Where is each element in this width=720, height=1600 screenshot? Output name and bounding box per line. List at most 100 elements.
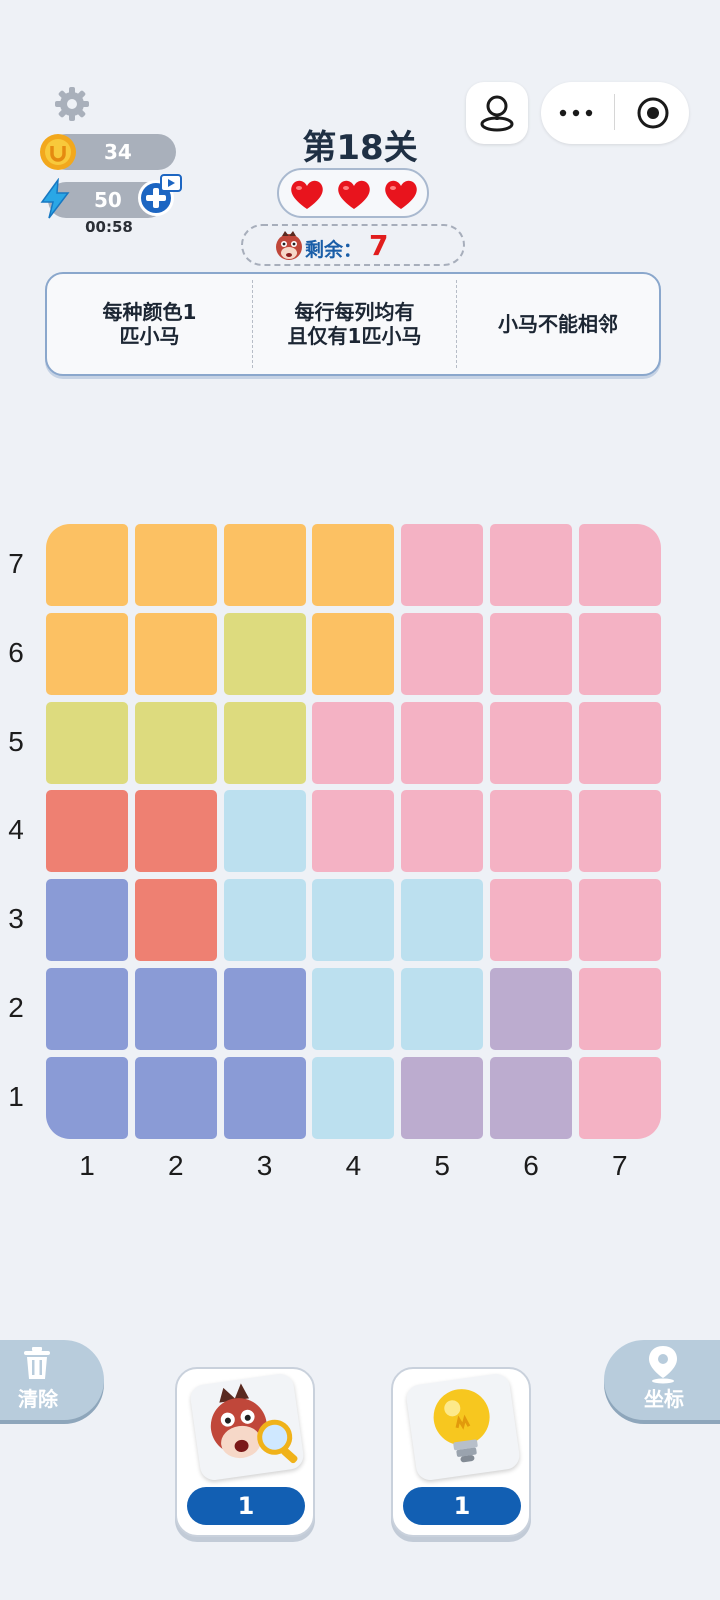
horse-hint-count: 1 — [187, 1487, 305, 1525]
grid-cell-2-4[interactable] — [312, 968, 395, 1050]
capsule-divider — [614, 94, 615, 130]
grid-cell-4-4[interactable] — [312, 790, 395, 873]
hint-card — [188, 1372, 306, 1482]
grid-cell-4-5[interactable] — [401, 790, 484, 873]
row-label: 5 — [8, 725, 24, 757]
grid-cell-1-1[interactable] — [46, 1056, 128, 1139]
grid-cell-1-3[interactable] — [223, 1056, 306, 1139]
heart-icon — [291, 180, 323, 209]
column-label: 5 — [434, 1150, 450, 1181]
column-label: 4 — [345, 1150, 362, 1181]
coin-count: 34 — [104, 140, 132, 164]
lightbulb-hint-button[interactable]: 1 — [391, 1367, 531, 1537]
grid-cell-4-7[interactable] — [578, 790, 661, 873]
grid-cell-1-6[interactable] — [490, 1056, 572, 1139]
trash-icon — [24, 1347, 50, 1379]
grid-cell-2-1[interactable] — [46, 968, 128, 1050]
grid-cell-5-3[interactable] — [223, 701, 306, 784]
rule-one-per-row-col: 每行每列均有 且仅有1匹小马 — [287, 300, 422, 348]
find-horse-hint-button[interactable]: 1 — [175, 1367, 315, 1537]
grid-cell-3-5[interactable] — [401, 879, 484, 962]
grid-cell-7-1[interactable] — [46, 524, 128, 606]
energy-count: 50 — [94, 188, 122, 212]
column-label: 1 — [79, 1150, 95, 1181]
remaining-label: 剩余： — [305, 239, 363, 261]
rules-panel: 每种颜色1 匹小马 每行每列均有 且仅有1匹小马 小马不能相邻 — [45, 272, 661, 376]
horse-face-icon — [276, 231, 302, 260]
grid-cell-2-6[interactable] — [490, 968, 572, 1050]
grid-cell-5-7[interactable] — [578, 701, 661, 784]
grid-cell-6-5[interactable] — [401, 612, 484, 695]
row-label: 4 — [8, 814, 24, 846]
grid-cell-2-5[interactable] — [401, 968, 484, 1050]
grid-cell-4-1[interactable] — [46, 790, 128, 873]
grid-cell-1-7[interactable] — [578, 1056, 661, 1139]
grid-cell-1-4[interactable] — [312, 1056, 395, 1139]
heart-icon — [338, 180, 370, 209]
rule-one-per-color: 每种颜色1 匹小马 — [102, 300, 197, 348]
column-label: 3 — [256, 1150, 273, 1181]
grid-cell-1-5[interactable] — [401, 1056, 484, 1139]
coordinates-label: 坐标 — [644, 1387, 684, 1411]
heart-icon — [385, 180, 417, 209]
coin-icon — [40, 134, 76, 170]
grid-cell-7-4[interactable] — [312, 524, 395, 606]
grid-cell-5-1[interactable] — [46, 701, 128, 784]
row-label: 6 — [8, 636, 24, 668]
more-options-icon[interactable] — [557, 103, 597, 123]
grid-cell-6-2[interactable] — [134, 612, 217, 695]
column-label: 7 — [612, 1150, 628, 1181]
remaining-horses: 剩余： 7 — [241, 224, 465, 266]
grid-cell-2-2[interactable] — [134, 968, 217, 1050]
settings-gear-icon[interactable] — [52, 84, 92, 124]
grid-cell-5-6[interactable] — [490, 701, 572, 784]
grid-cell-5-4[interactable] — [312, 701, 395, 784]
grid-cell-2-3[interactable] — [223, 968, 306, 1050]
grid-cell-3-3[interactable] — [223, 879, 306, 962]
clear-button[interactable]: 清除 — [0, 1340, 104, 1420]
puzzle-grid — [46, 524, 661, 1139]
row-label: 7 — [8, 548, 24, 579]
grid-cell-4-3[interactable] — [223, 790, 306, 873]
profile-button[interactable] — [466, 82, 528, 144]
grid-cell-3-7[interactable] — [578, 879, 661, 962]
coordinates-button[interactable]: 坐标 — [604, 1340, 720, 1420]
user-icon — [480, 95, 514, 132]
bulb-hint-count: 1 — [403, 1487, 521, 1525]
lightbulb-icon — [433, 1389, 490, 1463]
column-label: 6 — [523, 1150, 539, 1181]
grid-cell-4-2[interactable] — [134, 790, 217, 873]
column-label: 2 — [168, 1150, 184, 1181]
grid-cell-7-3[interactable] — [223, 524, 306, 606]
rule-no-adjacent: 小马不能相邻 — [498, 312, 618, 336]
horse-magnifier-icon — [210, 1383, 298, 1464]
grid-cell-7-5[interactable] — [401, 524, 484, 606]
grid-cell-2-7[interactable] — [578, 968, 661, 1050]
row-label: 1 — [8, 1080, 24, 1112]
grid-cell-7-7[interactable] — [578, 524, 661, 606]
row-label: 3 — [8, 903, 24, 935]
grid-cell-3-4[interactable] — [312, 879, 395, 962]
grid-cell-3-2[interactable] — [134, 879, 217, 962]
grid-cell-3-1[interactable] — [46, 879, 128, 962]
clear-label: 清除 — [18, 1387, 58, 1411]
remaining-count: 7 — [369, 229, 389, 262]
grid-cell-7-6[interactable] — [490, 524, 572, 606]
grid-cell-7-2[interactable] — [134, 524, 217, 606]
grid-cell-5-2[interactable] — [134, 701, 217, 784]
close-miniapp-icon[interactable] — [635, 95, 671, 131]
grid-cell-3-6[interactable] — [490, 879, 572, 962]
grid-cell-1-2[interactable] — [134, 1056, 217, 1139]
grid-cell-6-6[interactable] — [490, 612, 572, 695]
video-ad-icon — [160, 174, 182, 192]
location-pin-icon — [649, 1346, 677, 1384]
grid-cell-6-3[interactable] — [223, 612, 306, 695]
miniapp-capsule — [541, 82, 689, 144]
hint-card — [404, 1372, 522, 1482]
grid-cell-6-1[interactable] — [46, 612, 128, 695]
grid-cell-5-5[interactable] — [401, 701, 484, 784]
lightning-bolt-icon — [40, 178, 70, 219]
grid-cell-6-4[interactable] — [312, 612, 395, 695]
grid-cell-6-7[interactable] — [578, 612, 661, 695]
grid-cell-4-6[interactable] — [490, 790, 572, 873]
